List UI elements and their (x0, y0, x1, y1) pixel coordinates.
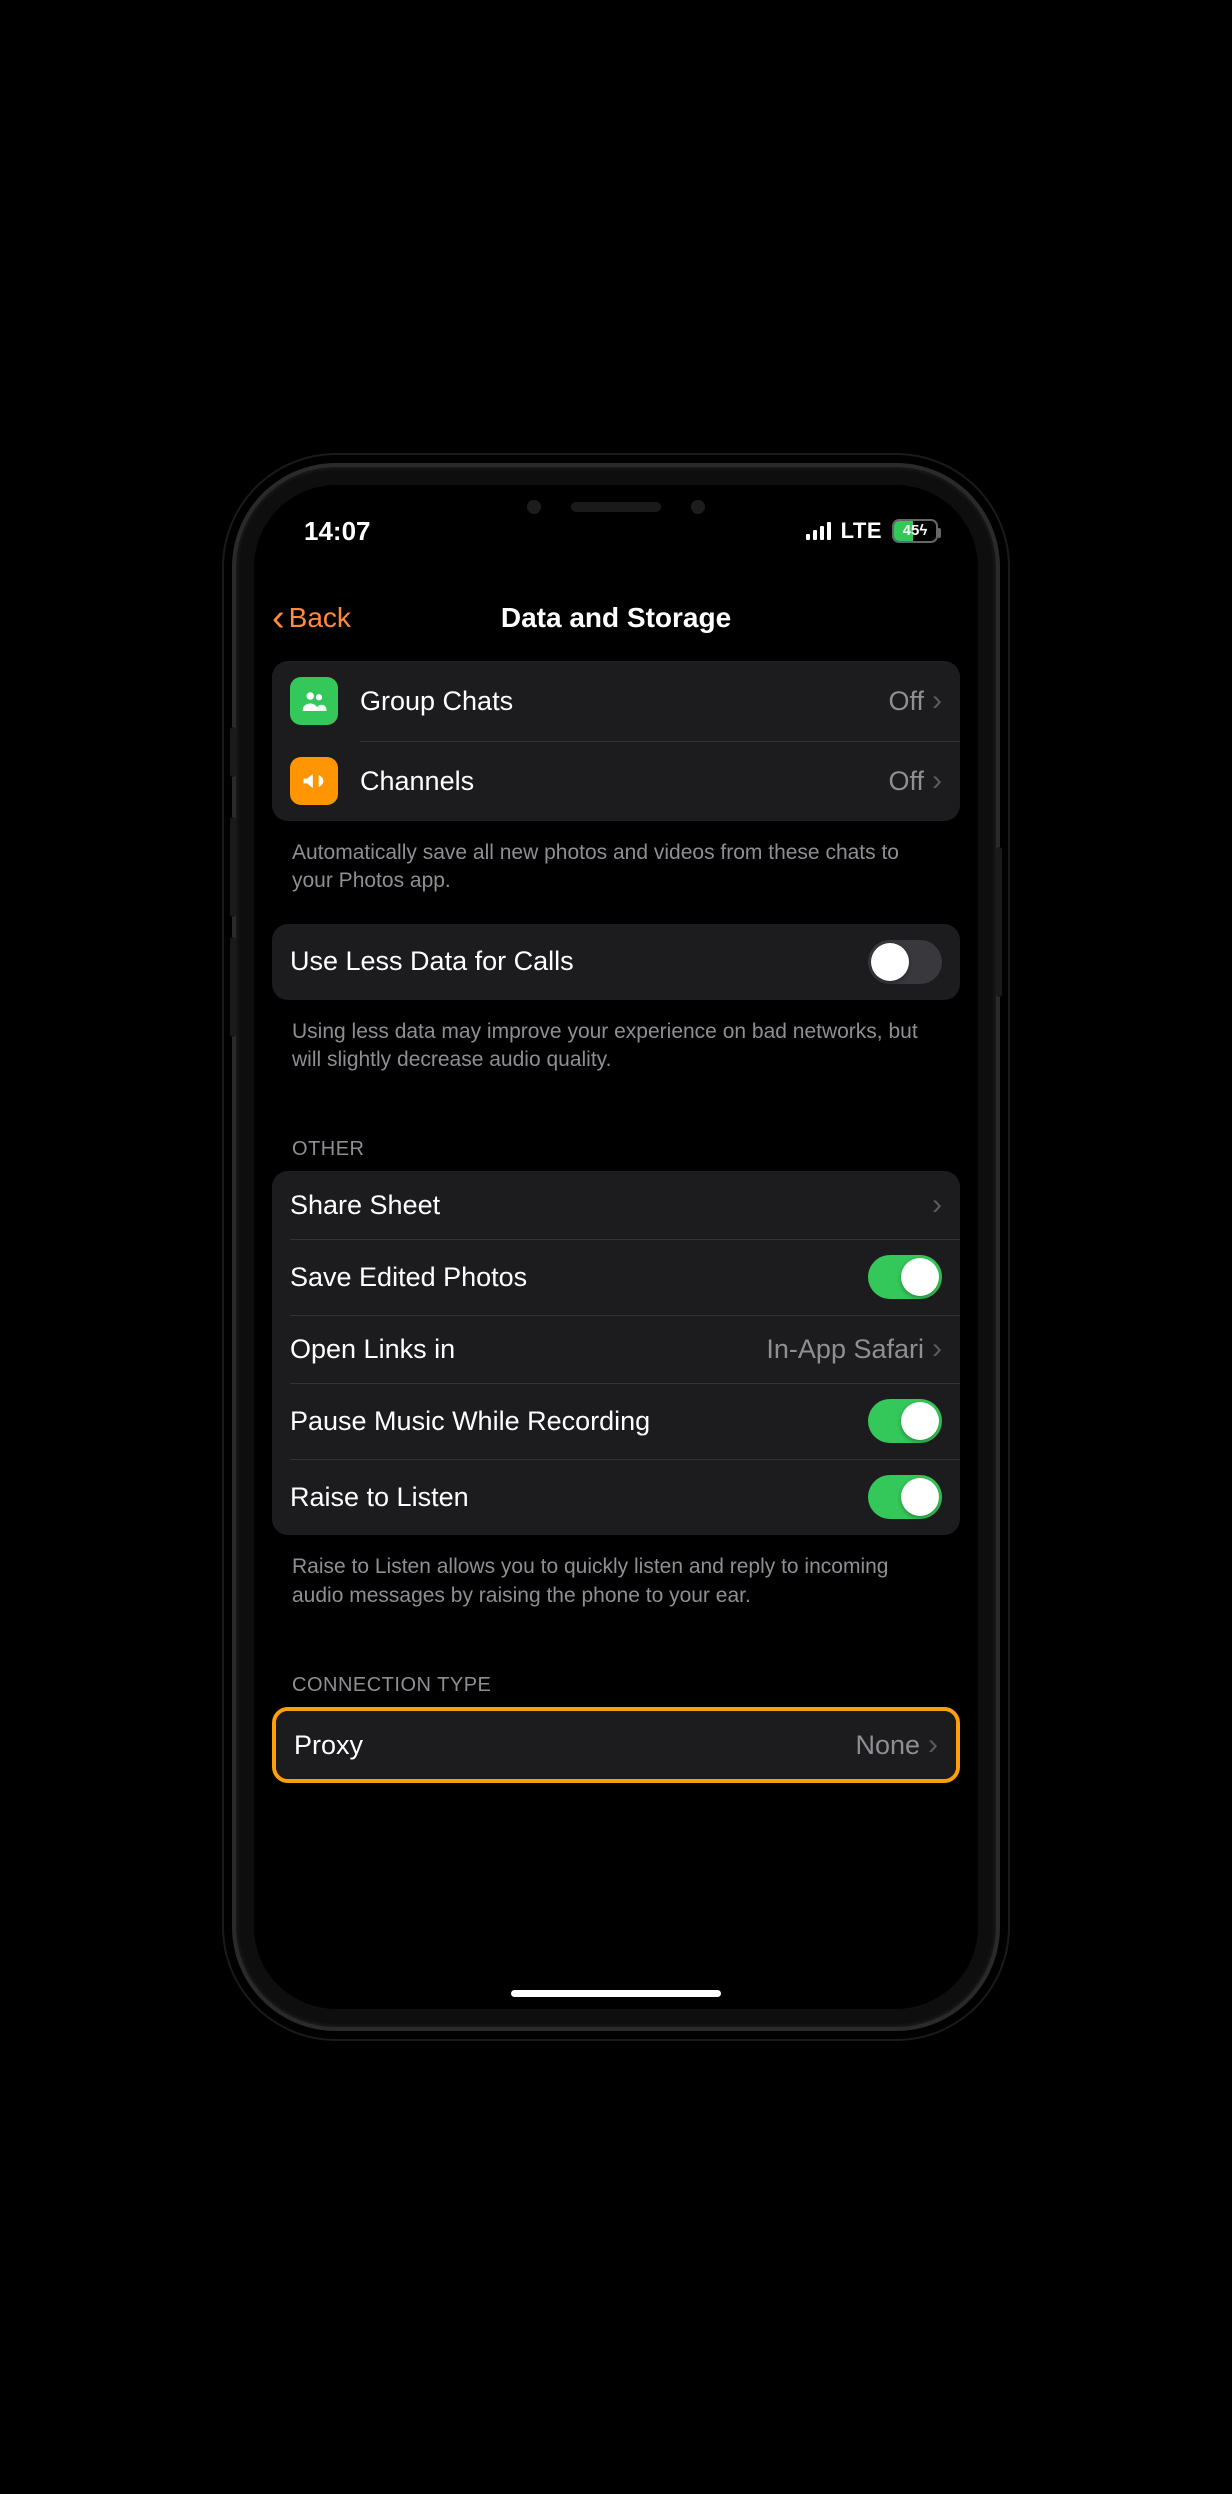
navigation-bar: ‹ Back Data and Storage (254, 583, 978, 653)
back-label: Back (289, 602, 351, 634)
row-value: In-App Safari (766, 1334, 924, 1365)
front-camera (691, 500, 705, 514)
chevron-right-icon: › (928, 1728, 938, 1762)
row-label: Open Links in (290, 1334, 766, 1365)
row-value: Off (888, 766, 924, 797)
screen: 14:07 LTE 45ϟ ‹ Back D (254, 485, 978, 2009)
settings-content[interactable]: Group Chats Off › Channels Off › Automat… (254, 653, 978, 1783)
mute-switch (230, 727, 236, 777)
chevron-right-icon: › (932, 1332, 942, 1366)
row-proxy[interactable]: Proxy None › (276, 1711, 956, 1779)
connection-group: Proxy None › (276, 1711, 956, 1779)
chevron-right-icon: › (932, 764, 942, 798)
back-button[interactable]: ‹ Back (272, 599, 351, 637)
other-group: Share Sheet › Save Edited Photos Open Li… (272, 1171, 960, 1535)
row-open-links-in[interactable]: Open Links in In-App Safari › (272, 1315, 960, 1383)
row-label: Pause Music While Recording (290, 1406, 868, 1437)
home-indicator[interactable] (511, 1990, 721, 1997)
toggle-use-less-data[interactable] (868, 940, 942, 984)
earpiece-speaker (571, 502, 661, 512)
row-use-less-data[interactable]: Use Less Data for Calls (272, 924, 960, 1000)
cellular-signal-icon (806, 522, 831, 540)
group-icon (290, 677, 338, 725)
proxy-highlight: Proxy None › (272, 1707, 960, 1783)
volume-down-button (230, 937, 236, 1037)
megaphone-icon (290, 757, 338, 805)
phone-frame: 14:07 LTE 45ϟ ‹ Back D (236, 467, 996, 2027)
autosave-footer: Automatically save all new photos and vi… (272, 829, 960, 924)
autosave-group: Group Chats Off › Channels Off › (272, 661, 960, 821)
toggle-pause-music[interactable] (868, 1399, 942, 1443)
chevron-right-icon: › (932, 1188, 942, 1222)
row-label: Channels (360, 766, 888, 797)
row-label: Share Sheet (290, 1190, 932, 1221)
row-label: Raise to Listen (290, 1482, 868, 1513)
row-channels[interactable]: Channels Off › (272, 741, 960, 821)
sensor-dot (527, 500, 541, 514)
row-label: Group Chats (360, 686, 888, 717)
row-raise-to-listen[interactable]: Raise to Listen (272, 1459, 960, 1535)
row-group-chats[interactable]: Group Chats Off › (272, 661, 960, 741)
calls-footer: Using less data may improve your experie… (272, 1008, 960, 1103)
toggle-raise-to-listen[interactable] (868, 1475, 942, 1519)
calls-group: Use Less Data for Calls (272, 924, 960, 1000)
row-label: Use Less Data for Calls (290, 946, 868, 977)
section-header-connection: CONNECTION TYPE (272, 1638, 960, 1707)
network-type: LTE (841, 518, 882, 544)
row-save-edited-photos[interactable]: Save Edited Photos (272, 1239, 960, 1315)
row-label: Save Edited Photos (290, 1262, 868, 1293)
toggle-save-edited-photos[interactable] (868, 1255, 942, 1299)
status-time: 14:07 (304, 516, 371, 547)
row-value: Off (888, 686, 924, 717)
row-label: Proxy (294, 1730, 855, 1761)
other-footer: Raise to Listen allows you to quickly li… (272, 1543, 960, 1638)
row-pause-music-recording[interactable]: Pause Music While Recording (272, 1383, 960, 1459)
volume-up-button (230, 817, 236, 917)
battery-indicator: 45ϟ (892, 519, 938, 543)
section-header-other: OTHER (272, 1102, 960, 1171)
page-title: Data and Storage (501, 602, 731, 634)
notch (466, 485, 766, 529)
chevron-left-icon: ‹ (272, 599, 285, 637)
power-button (996, 847, 1002, 997)
row-value: None (855, 1730, 920, 1761)
chevron-right-icon: › (932, 684, 942, 718)
row-share-sheet[interactable]: Share Sheet › (272, 1171, 960, 1239)
